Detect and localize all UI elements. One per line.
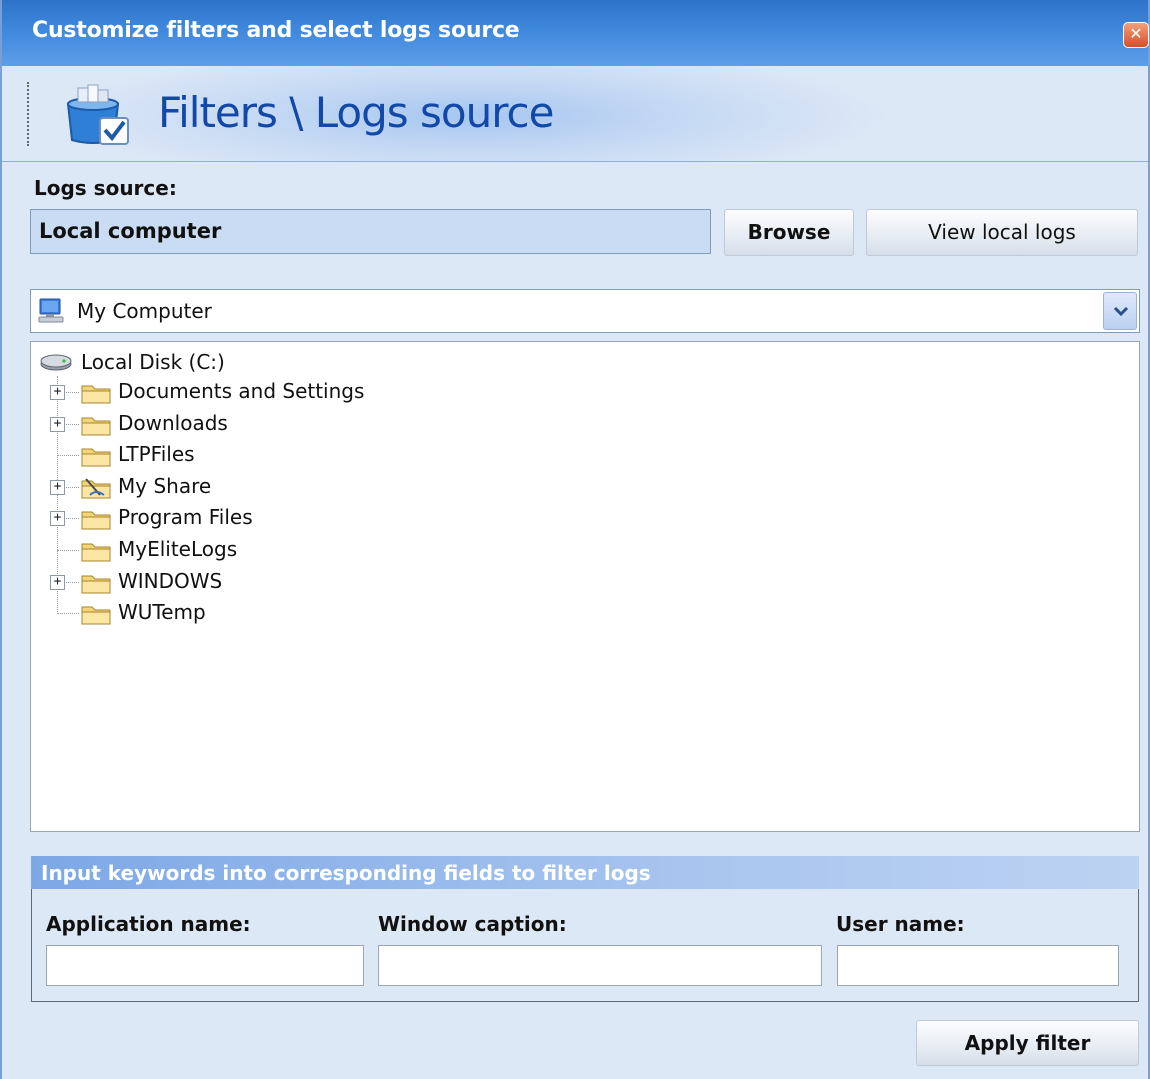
tree-root-node[interactable]: Local Disk (C:) (39, 348, 225, 376)
my-computer-icon (38, 298, 64, 323)
tree-item-label: LTPFiles (118, 442, 195, 467)
expand-icon[interactable]: + (50, 385, 65, 400)
window-caption-label: Window caption: (378, 912, 567, 936)
folder-icon (81, 448, 111, 467)
expand-icon[interactable]: + (50, 511, 65, 527)
tree-item[interactable]: + Downloads (31, 409, 631, 439)
chevron-down-icon (1113, 306, 1129, 317)
tree-item-label: WINDOWS (118, 568, 223, 593)
tree-item[interactable]: + My Share (31, 472, 631, 502)
expand-icon[interactable]: + (50, 574, 65, 590)
window-title: Customize filters and select logs source (32, 18, 520, 43)
tree-item[interactable]: + Documents and Settings (31, 377, 631, 407)
expand-icon[interactable]: + (50, 416, 65, 432)
folder-tree[interactable]: Local Disk (C:) + Documents and Settings +… (30, 341, 1140, 832)
apply-filter-button[interactable]: Apply filter (916, 1020, 1139, 1066)
user-name-label: User name: (836, 912, 965, 936)
expand-icon[interactable]: + (50, 479, 65, 495)
tree-guide-line (57, 455, 79, 457)
filter-group-header: Input keywords into corresponding fields… (31, 856, 1139, 889)
header-banner: Filters \ Logs source (2, 66, 1148, 162)
tree-guide-line (57, 550, 79, 551)
tree-item-label: MyEliteLogs (118, 537, 238, 561)
tree-item-label: Program Files (118, 505, 253, 530)
shared-folder-icon (81, 478, 111, 499)
close-icon: ✕ (1129, 24, 1143, 43)
tree-item[interactable]: MyEliteLogs (31, 535, 631, 565)
folder-icon (81, 606, 111, 625)
tree-item[interactable]: LTPFiles (31, 440, 631, 470)
hard-disk-icon (40, 354, 72, 371)
application-name-label: Application name: (46, 912, 251, 936)
folder-icon (81, 511, 111, 530)
browse-button[interactable]: Browse (724, 209, 854, 256)
tree-item-label: Documents and Settings (118, 379, 365, 403)
logs-source-field: Local computer (30, 209, 711, 254)
logs-source-label: Logs source: (34, 176, 177, 200)
folder-icon (81, 417, 111, 436)
title-bar[interactable]: Customize filters and select logs source… (2, 0, 1149, 66)
filter-box-check-icon (66, 84, 129, 145)
tree-item-label: WUTemp (118, 600, 206, 625)
dropdown-button[interactable] (1103, 292, 1137, 330)
application-name-input[interactable] (46, 945, 364, 986)
banner-divider (27, 82, 29, 146)
tree-item-label: My Share (118, 473, 212, 498)
folder-icon (81, 543, 111, 562)
tree-item[interactable]: + Program Files (31, 503, 631, 533)
folder-icon (81, 575, 111, 594)
close-button[interactable]: ✕ (1123, 22, 1149, 48)
folder-icon (81, 385, 111, 404)
location-selected-value: My Computer (77, 299, 212, 323)
dialog-window: Customize filters and select logs source… (0, 0, 1150, 1079)
tree-item-label: Downloads (118, 410, 228, 435)
user-name-input[interactable] (837, 945, 1119, 986)
view-local-logs-button[interactable]: View local logs (866, 209, 1138, 256)
tree-item[interactable]: WUTemp (31, 598, 631, 628)
banner-title: Filters \ Logs source (158, 88, 554, 137)
location-select[interactable]: My Computer (30, 289, 1140, 333)
tree-root-label: Local Disk (C:) (81, 350, 225, 374)
tree-guide-line (57, 613, 79, 615)
window-caption-input[interactable] (378, 945, 822, 986)
tree-item[interactable]: + WINDOWS (31, 567, 631, 597)
